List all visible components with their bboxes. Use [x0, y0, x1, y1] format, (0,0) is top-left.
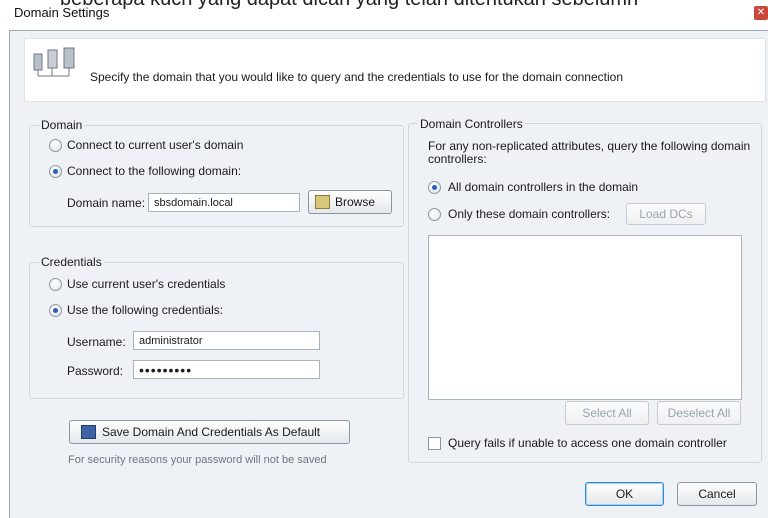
window-title: Domain Settings — [14, 5, 110, 20]
radio-use-current-credentials[interactable] — [49, 278, 62, 291]
floppy-disk-icon — [81, 425, 96, 439]
select-all-button[interactable]: Select All — [565, 401, 649, 425]
folder-icon — [315, 195, 330, 209]
browse-button[interactable]: Browse — [308, 190, 392, 214]
domain-controllers-title: Domain Controllers — [418, 117, 525, 131]
all-domain-controllers-label: All domain controllers in the domain — [448, 180, 639, 194]
security-note: For security reasons your password will … — [68, 454, 327, 466]
ok-button[interactable]: OK — [585, 482, 664, 506]
radio-connect-current-domain[interactable] — [49, 139, 62, 152]
close-icon[interactable]: ✕ — [754, 6, 768, 20]
password-label: Password: — [67, 364, 124, 378]
radio-connect-following-domain[interactable] — [49, 165, 62, 178]
deselect-all-button[interactable]: Deselect All — [657, 401, 741, 425]
cancel-button[interactable]: Cancel — [677, 482, 757, 506]
radio-only-these-controllers[interactable] — [428, 208, 441, 221]
domain-group-title: Domain — [39, 118, 85, 132]
domain-name-label: Domain name: — [67, 196, 146, 210]
save-defaults-button[interactable]: Save Domain And Credentials As Default — [69, 420, 350, 444]
only-these-controllers-label: Only these domain controllers: — [448, 207, 611, 221]
connect-following-domain-label: Connect to the following domain: — [67, 164, 242, 178]
server-network-icon — [33, 47, 75, 77]
radio-all-domain-controllers[interactable] — [428, 181, 441, 194]
load-dcs-button[interactable]: Load DCs — [626, 203, 706, 225]
credentials-group-title: Credentials — [39, 255, 104, 269]
username-label: Username: — [67, 335, 126, 349]
connect-current-domain-label: Connect to current user's domain — [67, 138, 244, 152]
save-defaults-label: Save Domain And Credentials As Default — [102, 425, 321, 439]
username-input[interactable]: administrator — [133, 331, 320, 350]
domain-name-input[interactable]: sbsdomain.local — [148, 193, 300, 212]
overlay-caption: beberapa kuch yang dapat dicari yang tel… — [60, 0, 638, 11]
query-fails-label: Query fails if unable to access one doma… — [448, 436, 727, 450]
query-fails-checkbox[interactable] — [428, 437, 441, 450]
header-description: Specify the domain that you would like t… — [90, 70, 623, 84]
use-following-credentials-label: Use the following credentials: — [67, 303, 224, 317]
browse-label: Browse — [335, 195, 376, 209]
domain-controllers-list[interactable] — [428, 235, 742, 400]
use-current-credentials-label: Use current user's credentials — [67, 277, 226, 291]
domain-controllers-description: For any non-replicated attributes, query… — [428, 139, 751, 166]
password-input[interactable]: ••••••••• — [133, 360, 320, 379]
radio-use-following-credentials[interactable] — [49, 304, 62, 317]
